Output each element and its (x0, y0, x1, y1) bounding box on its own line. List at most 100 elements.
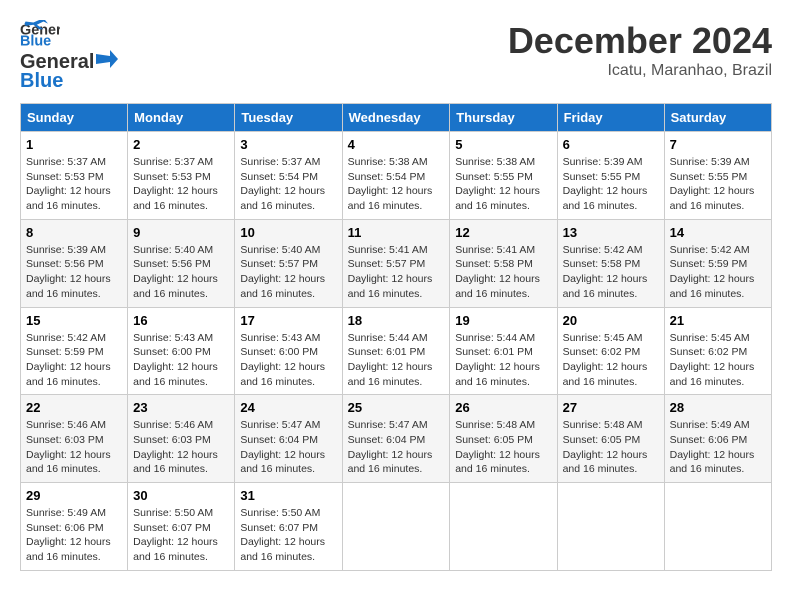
day-detail: Sunrise: 5:49 AMSunset: 6:06 PMDaylight:… (670, 419, 755, 475)
day-number: 10 (240, 225, 336, 240)
calendar-cell (664, 483, 771, 571)
day-number: 23 (133, 400, 229, 415)
day-detail: Sunrise: 5:42 AMSunset: 5:58 PMDaylight:… (563, 244, 648, 300)
calendar-week-row: 15 Sunrise: 5:42 AMSunset: 5:59 PMDaylig… (21, 307, 772, 395)
day-number: 1 (26, 137, 122, 152)
calendar-cell: 16 Sunrise: 5:43 AMSunset: 6:00 PMDaylig… (128, 307, 235, 395)
day-number: 8 (26, 225, 122, 240)
calendar-week-row: 1 Sunrise: 5:37 AMSunset: 5:53 PMDayligh… (21, 132, 772, 220)
day-number: 25 (348, 400, 445, 415)
calendar-cell: 13 Sunrise: 5:42 AMSunset: 5:58 PMDaylig… (557, 219, 664, 307)
svg-text:Blue: Blue (20, 34, 51, 48)
day-number: 15 (26, 313, 122, 328)
day-detail: Sunrise: 5:42 AMSunset: 5:59 PMDaylight:… (670, 244, 755, 300)
day-number: 9 (133, 225, 229, 240)
calendar-cell: 9 Sunrise: 5:40 AMSunset: 5:56 PMDayligh… (128, 219, 235, 307)
day-detail: Sunrise: 5:39 AMSunset: 5:55 PMDaylight:… (670, 156, 755, 212)
calendar-cell: 4 Sunrise: 5:38 AMSunset: 5:54 PMDayligh… (342, 132, 450, 220)
calendar-cell: 23 Sunrise: 5:46 AMSunset: 6:03 PMDaylig… (128, 395, 235, 483)
day-detail: Sunrise: 5:46 AMSunset: 6:03 PMDaylight:… (26, 419, 111, 475)
day-detail: Sunrise: 5:37 AMSunset: 5:53 PMDaylight:… (26, 156, 111, 212)
day-number: 20 (563, 313, 659, 328)
calendar-cell: 6 Sunrise: 5:39 AMSunset: 5:55 PMDayligh… (557, 132, 664, 220)
day-number: 14 (670, 225, 766, 240)
day-detail: Sunrise: 5:37 AMSunset: 5:53 PMDaylight:… (133, 156, 218, 212)
day-number: 13 (563, 225, 659, 240)
calendar-cell: 17 Sunrise: 5:43 AMSunset: 6:00 PMDaylig… (235, 307, 342, 395)
logo-plane-icon (96, 50, 118, 68)
day-detail: Sunrise: 5:47 AMSunset: 6:04 PMDaylight:… (240, 419, 325, 475)
calendar-cell: 24 Sunrise: 5:47 AMSunset: 6:04 PMDaylig… (235, 395, 342, 483)
day-number: 11 (348, 225, 445, 240)
day-number: 30 (133, 488, 229, 503)
calendar-cell: 2 Sunrise: 5:37 AMSunset: 5:53 PMDayligh… (128, 132, 235, 220)
calendar-cell: 12 Sunrise: 5:41 AMSunset: 5:58 PMDaylig… (450, 219, 557, 307)
day-of-week-header: Wednesday (342, 104, 450, 132)
day-detail: Sunrise: 5:38 AMSunset: 5:54 PMDaylight:… (348, 156, 433, 212)
day-number: 24 (240, 400, 336, 415)
day-of-week-header: Tuesday (235, 104, 342, 132)
calendar-cell: 27 Sunrise: 5:48 AMSunset: 6:05 PMDaylig… (557, 395, 664, 483)
day-detail: Sunrise: 5:42 AMSunset: 5:59 PMDaylight:… (26, 332, 111, 388)
day-number: 5 (455, 137, 551, 152)
calendar-cell: 7 Sunrise: 5:39 AMSunset: 5:55 PMDayligh… (664, 132, 771, 220)
day-detail: Sunrise: 5:39 AMSunset: 5:55 PMDaylight:… (563, 156, 648, 212)
day-detail: Sunrise: 5:50 AMSunset: 6:07 PMDaylight:… (240, 507, 325, 563)
day-number: 19 (455, 313, 551, 328)
day-number: 3 (240, 137, 336, 152)
day-detail: Sunrise: 5:40 AMSunset: 5:57 PMDaylight:… (240, 244, 325, 300)
calendar-week-row: 29 Sunrise: 5:49 AMSunset: 6:06 PMDaylig… (21, 483, 772, 571)
day-number: 16 (133, 313, 229, 328)
calendar-cell: 30 Sunrise: 5:50 AMSunset: 6:07 PMDaylig… (128, 483, 235, 571)
logo-icon: General Blue (20, 20, 60, 48)
day-detail: Sunrise: 5:43 AMSunset: 6:00 PMDaylight:… (240, 332, 325, 388)
day-number: 22 (26, 400, 122, 415)
calendar-cell: 21 Sunrise: 5:45 AMSunset: 6:02 PMDaylig… (664, 307, 771, 395)
calendar-cell: 1 Sunrise: 5:37 AMSunset: 5:53 PMDayligh… (21, 132, 128, 220)
calendar-cell: 22 Sunrise: 5:46 AMSunset: 6:03 PMDaylig… (21, 395, 128, 483)
calendar-cell: 15 Sunrise: 5:42 AMSunset: 5:59 PMDaylig… (21, 307, 128, 395)
calendar-cell (342, 483, 450, 571)
day-number: 29 (26, 488, 122, 503)
day-detail: Sunrise: 5:44 AMSunset: 6:01 PMDaylight:… (348, 332, 433, 388)
day-detail: Sunrise: 5:50 AMSunset: 6:07 PMDaylight:… (133, 507, 218, 563)
calendar-cell: 31 Sunrise: 5:50 AMSunset: 6:07 PMDaylig… (235, 483, 342, 571)
day-number: 17 (240, 313, 336, 328)
day-number: 31 (240, 488, 336, 503)
day-number: 27 (563, 400, 659, 415)
day-detail: Sunrise: 5:48 AMSunset: 6:05 PMDaylight:… (563, 419, 648, 475)
day-detail: Sunrise: 5:37 AMSunset: 5:54 PMDaylight:… (240, 156, 325, 212)
calendar-week-row: 22 Sunrise: 5:46 AMSunset: 6:03 PMDaylig… (21, 395, 772, 483)
calendar-cell (557, 483, 664, 571)
day-of-week-header: Saturday (664, 104, 771, 132)
day-number: 6 (563, 137, 659, 152)
month-title: December 2024 (508, 20, 772, 62)
title-block: December 2024 Icatu, Maranhao, Brazil (508, 20, 772, 80)
day-detail: Sunrise: 5:44 AMSunset: 6:01 PMDaylight:… (455, 332, 540, 388)
calendar-cell: 3 Sunrise: 5:37 AMSunset: 5:54 PMDayligh… (235, 132, 342, 220)
calendar-cell: 8 Sunrise: 5:39 AMSunset: 5:56 PMDayligh… (21, 219, 128, 307)
day-number: 26 (455, 400, 551, 415)
day-detail: Sunrise: 5:38 AMSunset: 5:55 PMDaylight:… (455, 156, 540, 212)
calendar-cell: 5 Sunrise: 5:38 AMSunset: 5:55 PMDayligh… (450, 132, 557, 220)
calendar-cell: 20 Sunrise: 5:45 AMSunset: 6:02 PMDaylig… (557, 307, 664, 395)
day-detail: Sunrise: 5:41 AMSunset: 5:58 PMDaylight:… (455, 244, 540, 300)
day-number: 2 (133, 137, 229, 152)
day-detail: Sunrise: 5:46 AMSunset: 6:03 PMDaylight:… (133, 419, 218, 475)
calendar-cell: 29 Sunrise: 5:49 AMSunset: 6:06 PMDaylig… (21, 483, 128, 571)
day-number: 21 (670, 313, 766, 328)
day-detail: Sunrise: 5:43 AMSunset: 6:00 PMDaylight:… (133, 332, 218, 388)
day-detail: Sunrise: 5:40 AMSunset: 5:56 PMDaylight:… (133, 244, 218, 300)
day-number: 7 (670, 137, 766, 152)
day-of-week-header: Thursday (450, 104, 557, 132)
calendar-table: SundayMondayTuesdayWednesdayThursdayFrid… (20, 103, 772, 571)
logo-blue: Blue (20, 70, 63, 93)
day-detail: Sunrise: 5:47 AMSunset: 6:04 PMDaylight:… (348, 419, 433, 475)
day-detail: Sunrise: 5:45 AMSunset: 6:02 PMDaylight:… (563, 332, 648, 388)
calendar-cell: 26 Sunrise: 5:48 AMSunset: 6:05 PMDaylig… (450, 395, 557, 483)
calendar-cell (450, 483, 557, 571)
day-number: 4 (348, 137, 445, 152)
calendar-cell: 10 Sunrise: 5:40 AMSunset: 5:57 PMDaylig… (235, 219, 342, 307)
day-number: 12 (455, 225, 551, 240)
logo: General Blue General Blue (20, 20, 120, 93)
